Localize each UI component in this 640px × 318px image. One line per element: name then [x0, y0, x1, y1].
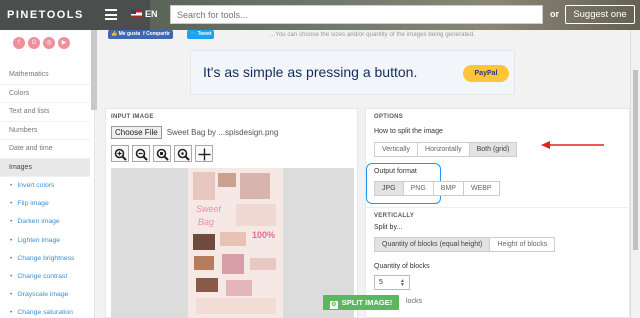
split-vertically-option[interactable]: Vertically: [374, 142, 419, 157]
split-mode-selector: Vertically Horizontally Both (grid): [374, 142, 518, 157]
instagram-icon[interactable]: ◎: [43, 37, 55, 49]
split-image-button[interactable]: ⚙ SPLIT IMAGE!: [323, 295, 399, 310]
sidebar-item-mathematics[interactable]: Mathematics: [0, 66, 90, 85]
vertically-section: VERTICALLY: [366, 207, 631, 219]
sidebar-item-numbers[interactable]: Numbers: [0, 122, 90, 140]
file-picker: Choose File Sweet Bag by ...spisdesign.p…: [111, 126, 278, 139]
red-arrow-icon: [541, 141, 604, 149]
facebook-icon[interactable]: f: [13, 37, 25, 49]
split-by-height-option[interactable]: Height of blocks: [489, 237, 556, 252]
format-png-option[interactable]: PNG: [402, 181, 434, 196]
split-by-label: Split by...: [374, 224, 403, 231]
split-mode-label: How to split the image: [374, 128, 443, 135]
input-image-panel: INPUT IMAGE Choose File Sweet Bag by ...…: [105, 108, 358, 318]
split-by-selector: Quantity of blocks (equal height) Height…: [374, 237, 556, 252]
options-panel: OPTIONS How to split the image Verticall…: [365, 108, 631, 318]
format-jpg-option[interactable]: JPG: [374, 181, 404, 196]
sidebar-subitem-change-saturation[interactable]: Change saturation: [0, 304, 90, 318]
menu-icon[interactable]: [105, 9, 117, 20]
sidebar-item-colors[interactable]: Colors: [0, 85, 90, 103]
split-icon: ⚙: [329, 301, 338, 309]
split-both-grid-option[interactable]: Both (grid): [468, 142, 518, 157]
main-content: 👍 Me gusta f Compartir 🐦 Tweet ...You ca…: [100, 30, 631, 318]
sidebar-subitem-darken-image[interactable]: Darken image: [0, 213, 90, 231]
image-toolbar: [111, 145, 213, 162]
language-label: EN: [145, 9, 158, 19]
sidebar-nav: Mathematics Colors Text and lists Number…: [0, 66, 90, 318]
tool-description: ...You can choose the sizes and/or quant…: [270, 31, 475, 38]
sidebar-subitem-change-contrast[interactable]: Change contrast: [0, 268, 90, 286]
us-flag-icon: [131, 10, 142, 18]
advertisement-banner[interactable]: It's as simple as pressing a button. Pay…: [190, 50, 515, 95]
top-bar: PINETOOLS EN or Suggest one: [0, 0, 640, 30]
zoom-reset-icon[interactable]: [153, 145, 171, 162]
quantity-label: Quantity of blocks: [374, 263, 430, 270]
page-scrollbar[interactable]: [630, 30, 640, 318]
options-title: OPTIONS: [374, 114, 404, 120]
output-format-label: Output format: [374, 168, 417, 175]
preview-image: Sweet Bag 100%: [188, 168, 283, 318]
sidebar-subitem-lighten-image[interactable]: Lighten image: [0, 232, 90, 250]
quantity-stepper[interactable]: 5 ▲ ▼: [374, 275, 410, 290]
sidebar-subitem-grayscale-image[interactable]: Grayscale image: [0, 286, 90, 304]
google-plus-icon[interactable]: G: [28, 37, 40, 49]
file-name: Sweet Bag by ...spisdesign.png: [166, 128, 279, 137]
sidebar-subitem-invert-colors[interactable]: Invert colors: [0, 177, 90, 195]
social-links: f G ◎ ▶: [13, 37, 70, 49]
sidebar: f G ◎ ▶ Mathematics Colors Text and list…: [0, 30, 95, 318]
format-webp-option[interactable]: WEBP: [462, 181, 500, 196]
sidebar-item-text-and-lists[interactable]: Text and lists: [0, 103, 90, 122]
ad-text: It's as simple as pressing a button.: [203, 64, 418, 80]
zoom-in-icon[interactable]: [111, 145, 129, 162]
sidebar-scrollbar[interactable]: [91, 30, 97, 110]
sidebar-item-images[interactable]: Images: [0, 158, 90, 177]
suggest-button[interactable]: Suggest one: [565, 5, 635, 24]
move-icon[interactable]: [195, 145, 213, 162]
sidebar-item-date-and-time[interactable]: Date and time: [0, 140, 90, 159]
paypal-button[interactable]: PayPal: [463, 65, 509, 82]
format-bmp-option[interactable]: BMP: [432, 181, 464, 196]
image-preview[interactable]: Sweet Bag 100%: [111, 168, 354, 318]
facebook-share-button[interactable]: f Compartir: [140, 30, 173, 39]
vertically-title: VERTICALLY: [374, 213, 415, 219]
site-logo[interactable]: PINETOOLS: [7, 9, 84, 21]
sidebar-subitem-change-brightness[interactable]: Change brightness: [0, 250, 90, 268]
language-selector[interactable]: EN: [131, 9, 158, 19]
search-input[interactable]: [170, 5, 543, 24]
facebook-like-button[interactable]: 👍 Me gusta: [108, 30, 144, 39]
zoom-out-icon[interactable]: [132, 145, 150, 162]
input-image-title: INPUT IMAGE: [111, 114, 154, 120]
split-by-quantity-option[interactable]: Quantity of blocks (equal height): [374, 237, 491, 252]
or-text: or: [550, 9, 559, 19]
zoom-fit-icon[interactable]: [174, 145, 192, 162]
split-horizontally-option[interactable]: Horizontally: [417, 142, 470, 157]
tweet-button[interactable]: 🐦 Tweet: [187, 30, 215, 39]
blocks-label-partial: locks: [406, 298, 422, 305]
choose-file-button[interactable]: Choose File: [111, 126, 162, 139]
youtube-icon[interactable]: ▶: [58, 37, 70, 49]
format-selector: JPG PNG BMP WEBP: [374, 181, 500, 196]
sidebar-subitem-flip-image[interactable]: Flip image: [0, 195, 90, 213]
